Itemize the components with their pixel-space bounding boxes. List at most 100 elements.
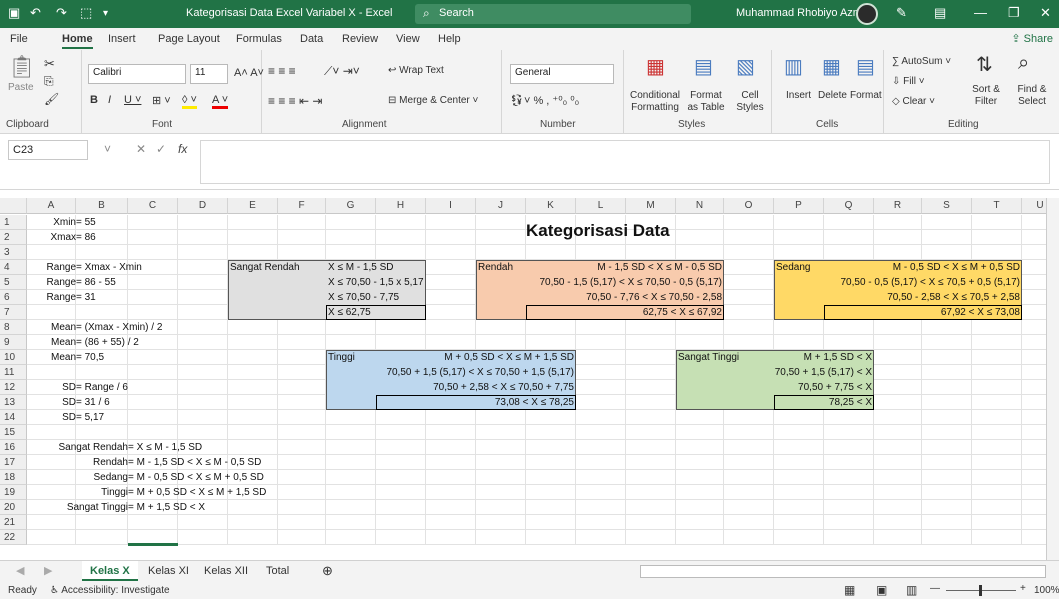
avatar[interactable] <box>856 3 878 25</box>
top-align-icon[interactable]: ≡ ≡ ≡ <box>268 64 296 78</box>
user-name[interactable]: Muhammad Rhobiyo Azmi <box>736 7 864 19</box>
tab-review[interactable]: Review <box>342 33 378 45</box>
save-icon[interactable]: ▣ <box>8 5 20 21</box>
conditional-formatting-icon[interactable]: ▦ <box>646 54 665 79</box>
sheet-tab-kelas-xii[interactable]: Kelas XII <box>196 561 256 581</box>
row-header-13[interactable]: 13 <box>0 395 27 410</box>
customize-qat-icon[interactable]: ▾ <box>103 8 108 19</box>
row-header-4[interactable]: 4 <box>0 260 27 275</box>
currency-icon[interactable]: 💱︎˅ % , ⁺⁰₀ ⁰₀ <box>510 94 579 107</box>
column-header-p[interactable]: P <box>774 198 824 214</box>
borders-icon[interactable]: ⊞ ˅ <box>152 94 171 107</box>
italic-icon[interactable]: I <box>108 94 111 106</box>
new-sheet-icon[interactable]: ⊕ <box>314 561 341 581</box>
sort-filter-label[interactable]: Sort & Filter <box>964 84 1008 108</box>
sheet-tab-kelas-xi[interactable]: Kelas XI <box>140 561 197 581</box>
fill-color-icon[interactable]: ◊ ˅ <box>182 94 197 109</box>
row-header-20[interactable]: 20 <box>0 500 27 515</box>
ribbon-display-icon[interactable]: ▤ <box>934 5 946 21</box>
next-sheet-icon[interactable]: ▶ <box>36 561 60 581</box>
cell-s1[interactable]: M - 0,5 SD < X ≤ M + 0,5 SD <box>893 260 1020 275</box>
cell-t-label[interactable]: Tinggi <box>328 350 355 365</box>
selected-cell[interactable] <box>128 543 178 546</box>
name-box-dropdown-icon[interactable]: ˅ <box>104 142 111 156</box>
accessibility-status[interactable]: ♿︎ Accessibility: Investigate <box>50 585 170 596</box>
insert-cells-icon[interactable]: ▥ <box>784 54 803 79</box>
zoom-out-icon[interactable]: — <box>930 583 940 594</box>
column-header-t[interactable]: T <box>972 198 1022 214</box>
cell-s4[interactable]: 67,92 < X ≤ 73,08 <box>941 305 1020 320</box>
row-header-12[interactable]: 12 <box>0 380 27 395</box>
cell-s-label[interactable]: Sedang <box>776 260 810 275</box>
redo-icon[interactable]: ↷ <box>56 5 67 21</box>
column-header-n[interactable]: N <box>676 198 724 214</box>
row-header-3[interactable]: 3 <box>0 245 27 260</box>
cell-st1[interactable]: M + 1,5 SD < X <box>804 350 872 365</box>
sort-filter-icon[interactable]: ⇅ <box>976 52 993 77</box>
font-name-box[interactable]: Calibri <box>88 64 186 84</box>
normal-view-icon[interactable]: ▦ <box>844 583 855 597</box>
tab-view[interactable]: View <box>396 33 420 45</box>
tab-page-layout[interactable]: Page Layout <box>158 33 220 45</box>
column-header-h[interactable]: H <box>376 198 426 214</box>
font-color-icon[interactable]: A ˅ <box>212 94 229 109</box>
page-break-view-icon[interactable]: ▥ <box>906 583 917 597</box>
row-header-15[interactable]: 15 <box>0 425 27 440</box>
cell-r2[interactable]: 70,50 - 1,5 (5,17) < X ≤ 70,50 - 0,5 (5,… <box>539 275 722 290</box>
delete-label[interactable]: Delete <box>818 90 847 101</box>
column-header-m[interactable]: M <box>626 198 676 214</box>
cell-sr2[interactable]: X ≤ 70,50 - 1,5 x 5,17 <box>328 275 424 290</box>
cell-r4[interactable]: 62,75 < X ≤ 67,92 <box>643 305 722 320</box>
cell-sr1[interactable]: X ≤ M - 1,5 SD <box>328 260 394 275</box>
tab-home[interactable]: Home <box>62 33 93 49</box>
cell-st2[interactable]: 70,50 + 1,5 (5,17) < X <box>775 365 872 380</box>
page-layout-view-icon[interactable]: ▣ <box>876 583 887 597</box>
insert-function-icon[interactable]: fx <box>178 142 187 156</box>
enter-icon[interactable]: ✓ <box>156 142 166 156</box>
cell-t3[interactable]: 70,50 + 2,58 < X ≤ 70,50 + 7,75 <box>433 380 574 395</box>
name-box[interactable]: C23 <box>8 140 88 160</box>
copy-icon[interactable]: ⎘ <box>44 74 54 89</box>
column-header-g[interactable]: G <box>326 198 376 214</box>
column-header-c[interactable]: C <box>128 198 178 214</box>
column-header-e[interactable]: E <box>228 198 278 214</box>
row-header-9[interactable]: 9 <box>0 335 27 350</box>
cell-sr-label[interactable]: Sangat Rendah <box>230 260 300 275</box>
row-header-11[interactable]: 11 <box>0 365 27 380</box>
cell-t1[interactable]: M + 0,5 SD < X ≤ M + 1,5 SD <box>444 350 574 365</box>
zoom-in-icon[interactable]: + <box>1020 583 1026 594</box>
grow-font-icon[interactable]: A˄ A˅ <box>234 67 264 79</box>
cell-sr3[interactable]: X ≤ 70,50 - 7,75 <box>328 290 399 305</box>
autosum-button[interactable]: ∑ AutoSum ˅ <box>892 56 951 67</box>
row-header-2[interactable]: 2 <box>0 230 27 245</box>
bold-icon[interactable]: B <box>90 94 98 106</box>
underline-icon[interactable]: U ˅ <box>124 94 141 106</box>
cell-s2[interactable]: 70,50 - 0,5 (5,17) < X ≤ 70,5 + 0,5 (5,1… <box>841 275 1021 290</box>
number-format-box[interactable]: General <box>510 64 614 84</box>
column-header-s[interactable]: S <box>922 198 972 214</box>
format-table-icon[interactable]: ▤ <box>694 54 713 79</box>
cell-r-label[interactable]: Rendah <box>478 260 513 275</box>
tab-file[interactable]: File <box>10 33 28 45</box>
column-header-k[interactable]: K <box>526 198 576 214</box>
cancel-icon[interactable]: ✕ <box>136 142 146 156</box>
zoom-level[interactable]: 100% <box>1034 585 1059 596</box>
worksheet-grid[interactable]: A B C D E F G H I J K L M N O P Q R S T U 1 2 3 4 5 6 7 8 9 10 11 12 13 14… <box>0 198 1059 560</box>
sheet-tab-total[interactable]: Total <box>258 561 297 581</box>
tab-data[interactable]: Data <box>300 33 323 45</box>
format-cells-icon[interactable]: ▤ <box>856 54 875 79</box>
column-header-l[interactable]: L <box>576 198 626 214</box>
row-header-22[interactable]: 22 <box>0 530 27 545</box>
clear-button[interactable]: ◇ Clear ˅ <box>892 96 935 107</box>
paste-icon[interactable]: 📋︎ <box>8 54 36 80</box>
format-table-label[interactable]: Format as Table <box>684 90 728 114</box>
row-header-5[interactable]: 5 <box>0 275 27 290</box>
row-header-6[interactable]: 6 <box>0 290 27 305</box>
paste-label[interactable]: Paste <box>8 82 34 93</box>
formula-input[interactable] <box>200 140 1050 184</box>
row-header-7[interactable]: 7 <box>0 305 27 320</box>
format-painter-icon[interactable]: 🖌︎ <box>44 92 59 106</box>
tab-help[interactable]: Help <box>438 33 461 45</box>
find-select-label[interactable]: Find & Select <box>1010 84 1054 108</box>
share-button[interactable]: ⇪ Share <box>1011 32 1053 45</box>
